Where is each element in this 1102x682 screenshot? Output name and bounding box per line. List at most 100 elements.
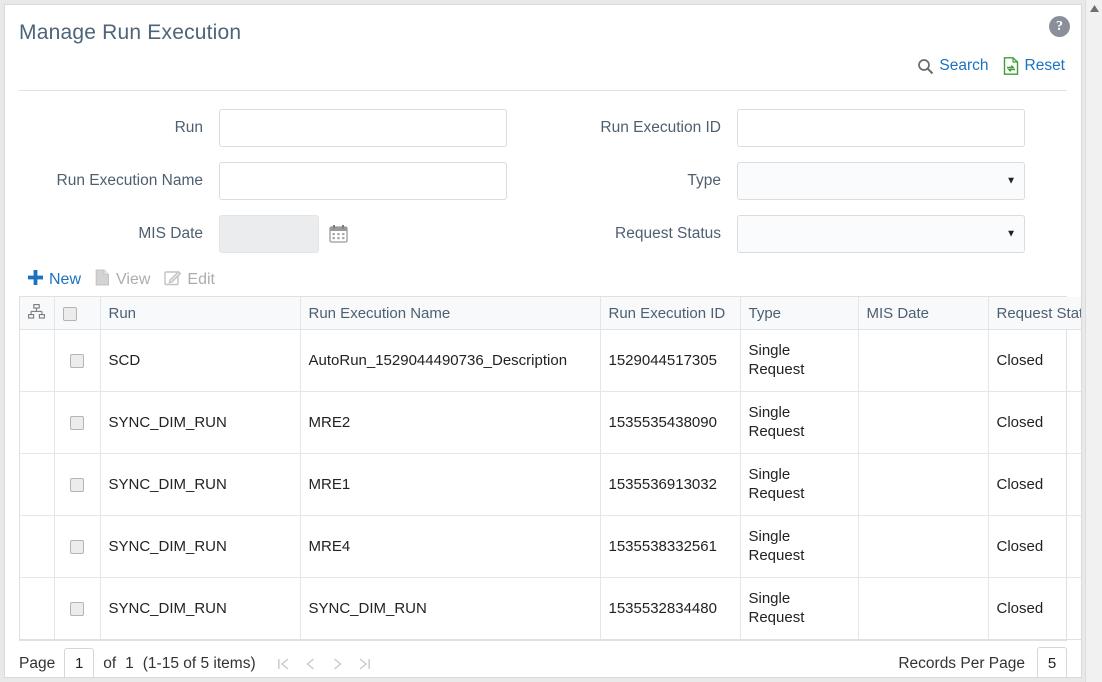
title-bar: Manage Run Execution ? <box>5 5 1081 57</box>
cell-type: Single Request <box>740 391 859 454</box>
vertical-scrollbar[interactable] <box>1085 0 1102 682</box>
run-input[interactable] <box>219 108 507 147</box>
table-row[interactable]: SYNC_DIM_RUN MRE2 1535535438090 Single R… <box>20 391 1081 454</box>
records-per-page-input[interactable] <box>1037 646 1067 677</box>
pagination-left: Page of 1 (1-15 of 5 items) <box>19 647 371 677</box>
cell-type: Single Request <box>740 577 859 640</box>
total-pages: 1 <box>125 654 134 672</box>
cell-request-status: Closed <box>988 329 1081 392</box>
help-question-icon[interactable]: ? <box>1049 16 1070 37</box>
row-tree-cell <box>20 515 55 578</box>
row-checkbox[interactable] <box>70 354 84 369</box>
row-select-cell <box>54 577 101 640</box>
run-execution-name-input[interactable] <box>219 161 507 200</box>
row-select-cell <box>54 329 101 392</box>
field-mis-date-label: MIS Date <box>138 224 203 242</box>
document-view-icon <box>95 269 111 291</box>
column-header-run[interactable]: Run <box>100 297 301 330</box>
cell-run-execution-id: 1535535438090 <box>600 391 741 454</box>
row-select-cell <box>54 515 101 578</box>
hierarchy-tree-icon[interactable] <box>28 303 45 323</box>
new-button-label: New <box>49 271 82 288</box>
app-root: Manage Run Execution ? Search Reset Run … <box>0 0 1102 682</box>
cell-run-execution-id: 1529044517305 <box>600 329 741 392</box>
previous-page-icon[interactable] <box>304 657 317 671</box>
select-all-header <box>54 297 101 330</box>
page-number-input[interactable] <box>64 647 95 677</box>
cell-request-status: Closed <box>988 577 1081 640</box>
cell-request-status: Closed <box>988 391 1081 454</box>
field-run: Run <box>19 101 543 154</box>
view-button[interactable]: View <box>95 269 150 291</box>
search-reset-actions: Search Reset <box>917 57 1065 75</box>
field-run-execution-id-label: Run Execution ID <box>600 118 721 136</box>
search-form-left-column: Run Run Execution Name MIS Date <box>19 101 543 260</box>
cell-run-execution-name: MRE4 <box>300 515 601 578</box>
row-tree-cell <box>20 391 55 454</box>
next-page-icon[interactable] <box>331 657 344 671</box>
type-select[interactable] <box>737 161 1025 200</box>
cell-mis-date <box>858 515 989 578</box>
cell-type: Single Request <box>740 453 859 516</box>
items-summary: (1-15 of 5 items) <box>142 654 256 672</box>
cell-type: Single Request <box>740 515 859 578</box>
field-run-execution-name-label: Run Execution Name <box>56 171 203 189</box>
manage-run-execution-card: Manage Run Execution ? Search Reset Run … <box>4 4 1082 678</box>
column-header-mis-date[interactable]: MIS Date <box>858 297 989 330</box>
calendar-icon[interactable] <box>329 224 348 243</box>
cell-run: SYNC_DIM_RUN <box>100 453 301 516</box>
mis-date-input[interactable] <box>219 214 319 253</box>
of-label: of <box>103 654 117 672</box>
page-title: Manage Run Execution <box>19 21 242 44</box>
action-row: Search Reset <box>5 57 1081 90</box>
cell-run: SYNC_DIM_RUN <box>100 391 301 454</box>
column-header-request-status[interactable]: Request Status <box>988 297 1081 330</box>
pagination-nav <box>277 657 371 671</box>
request-status-select-wrapper: ▼ <box>737 214 1025 253</box>
row-checkbox[interactable] <box>70 478 84 493</box>
table-row[interactable]: SYNC_DIM_RUN MRE1 1535536913032 Single R… <box>20 453 1081 516</box>
field-run-execution-id: Run Execution ID <box>543 101 1067 154</box>
page-label: Page <box>19 654 56 672</box>
field-request-status: Request Status ▼ <box>543 207 1067 260</box>
new-button[interactable]: New <box>27 269 81 291</box>
column-header-type[interactable]: Type <box>740 297 859 330</box>
cell-mis-date <box>858 577 989 640</box>
cell-run-execution-id: 1535532834480 <box>600 577 741 640</box>
row-select-cell <box>54 453 101 516</box>
column-header-run-execution-name[interactable]: Run Execution Name <box>300 297 601 330</box>
type-select-wrapper: ▼ <box>737 161 1025 200</box>
field-run-label: Run <box>174 118 203 136</box>
first-page-icon[interactable] <box>277 657 290 671</box>
search-button[interactable]: Search <box>917 57 989 75</box>
table-row[interactable]: SCD AutoRun_1529044490736_Description 15… <box>20 329 1081 392</box>
table-row[interactable]: SYNC_DIM_RUN SYNC_DIM_RUN 1535532834480 … <box>20 577 1081 640</box>
field-run-execution-name: Run Execution Name <box>19 154 543 207</box>
select-all-checkbox[interactable] <box>62 306 77 321</box>
run-execution-id-input[interactable] <box>737 108 1025 147</box>
request-status-select[interactable] <box>737 214 1025 253</box>
last-page-icon[interactable] <box>358 657 371 671</box>
view-button-label: View <box>116 271 151 288</box>
field-request-status-label: Request Status <box>615 224 721 242</box>
search-form: Run Run Execution Name MIS Date Run Exec… <box>5 91 1081 266</box>
scroll-up-arrow-icon[interactable] <box>1086 0 1102 17</box>
search-magnifier-icon <box>917 58 934 75</box>
column-header-run-execution-id[interactable]: Run Execution ID <box>600 297 741 330</box>
search-button-label: Search <box>939 57 989 74</box>
edit-button-label: Edit <box>187 271 215 288</box>
records-per-page-label: Records Per Page <box>898 654 1025 672</box>
row-checkbox[interactable] <box>70 416 84 431</box>
table-row[interactable]: SYNC_DIM_RUN MRE4 1535538332561 Single R… <box>20 515 1081 578</box>
pagination-bar: Page of 1 (1-15 of 5 items) <box>19 640 1067 677</box>
edit-button[interactable]: Edit <box>164 269 215 291</box>
cell-run-execution-id: 1535538332561 <box>600 515 741 578</box>
pagination-right: Records Per Page <box>898 646 1067 677</box>
table-header-row: Run Run Execution Name Run Execution ID … <box>20 297 1081 330</box>
cell-type: Single Request <box>740 329 859 392</box>
reset-button[interactable]: Reset <box>1003 57 1065 75</box>
row-checkbox[interactable] <box>70 540 84 555</box>
row-checkbox[interactable] <box>70 602 84 617</box>
grid-toolbar: New View Edit <box>5 266 1081 296</box>
cell-run-execution-name: MRE1 <box>300 453 601 516</box>
